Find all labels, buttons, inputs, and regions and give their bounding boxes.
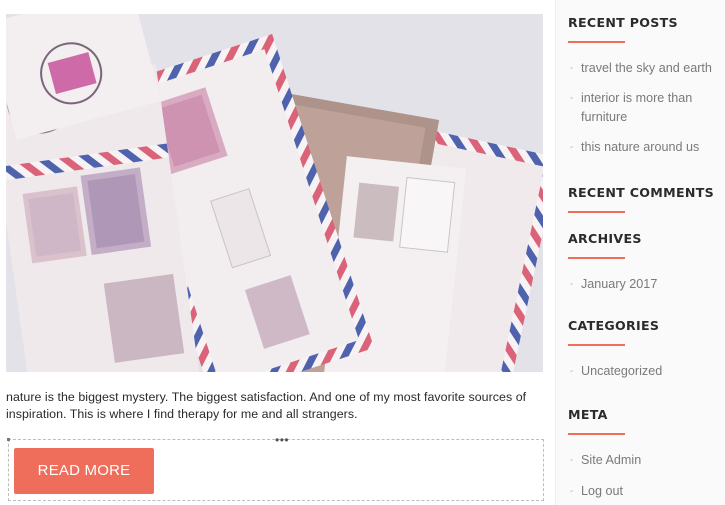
widget-title-underline (568, 211, 625, 213)
bullet-icon: - (570, 486, 574, 497)
read-more-button[interactable]: READ MORE (14, 448, 154, 494)
widget-meta: META - Site Admin - Log out (568, 407, 723, 501)
post-excerpt: nature is the biggest mystery. The bigge… (6, 390, 527, 421)
widget-title-underline (568, 41, 625, 43)
list-item: - interior is more than furniture (568, 89, 723, 127)
site-admin-link[interactable]: Site Admin (581, 453, 641, 467)
list-item: - January 2017 (568, 275, 723, 294)
widget-title-categories: CATEGORIES (568, 318, 660, 333)
bullet-icon: - (570, 279, 574, 290)
meta-list: - Site Admin - Log out (568, 451, 723, 501)
list-item: - Site Admin (568, 451, 723, 470)
recent-post-link[interactable]: travel the sky and earth (581, 61, 712, 75)
widget-recent-comments: RECENT COMMENTS (568, 185, 723, 213)
archives-list: - January 2017 (568, 275, 723, 294)
read-more-block[interactable]: ••• READ MORE (7, 434, 544, 501)
list-item: - Uncategorized (568, 362, 723, 381)
list-item: - travel the sky and earth (568, 59, 723, 78)
list-item: - Log out (568, 482, 723, 501)
widget-recent-posts: RECENT POSTS - travel the sky and earth … (568, 15, 723, 157)
categories-list: - Uncategorized (568, 362, 723, 381)
page: nature is the biggest mystery. The bigge… (0, 0, 725, 505)
widget-title-underline (568, 344, 625, 346)
widget-title-archives: ARCHIVES (568, 231, 642, 246)
list-item: - this nature around us (568, 138, 723, 157)
bullet-icon: - (570, 93, 574, 104)
widget-title-meta: META (568, 407, 608, 422)
recent-post-link[interactable]: interior is more than furniture (581, 91, 692, 124)
archive-link[interactable]: January 2017 (581, 277, 657, 291)
category-link[interactable]: Uncategorized (581, 364, 662, 378)
widget-archives: ARCHIVES - January 2017 (568, 231, 723, 294)
widget-title-underline (568, 257, 625, 259)
recent-post-link[interactable]: this nature around us (581, 140, 699, 154)
bullet-icon: - (570, 366, 574, 377)
air-mail-envelopes-illustration (6, 14, 543, 372)
main-content: nature is the biggest mystery. The bigge… (0, 0, 555, 505)
more-options-icon[interactable]: ••• (275, 434, 289, 446)
widget-title-recent-comments: RECENT COMMENTS (568, 185, 714, 200)
bullet-icon: - (570, 142, 574, 153)
bullet-icon: - (570, 63, 574, 74)
post-featured-image[interactable] (6, 14, 543, 372)
widget-title-recent-posts: RECENT POSTS (568, 15, 678, 30)
sidebar: RECENT POSTS - travel the sky and earth … (555, 0, 725, 505)
widget-categories: CATEGORIES - Uncategorized (568, 318, 723, 381)
widget-title-underline (568, 433, 625, 435)
recent-posts-list: - travel the sky and earth - interior is… (568, 59, 723, 157)
bullet-icon: - (570, 455, 574, 466)
block-handle-corner (7, 438, 10, 441)
log-out-link[interactable]: Log out (581, 484, 623, 498)
